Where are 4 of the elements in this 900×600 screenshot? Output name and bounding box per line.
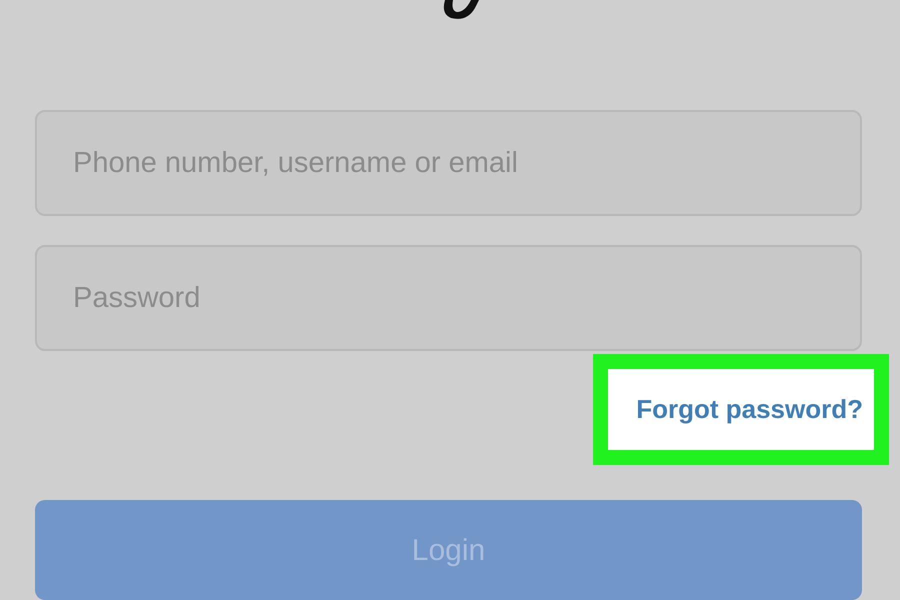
password-field[interactable]: Password (35, 245, 862, 351)
forgot-password-link[interactable]: Forgot password? (608, 369, 874, 450)
logo-icon (441, 0, 479, 19)
username-field[interactable]: Phone number, username or email (35, 110, 862, 216)
